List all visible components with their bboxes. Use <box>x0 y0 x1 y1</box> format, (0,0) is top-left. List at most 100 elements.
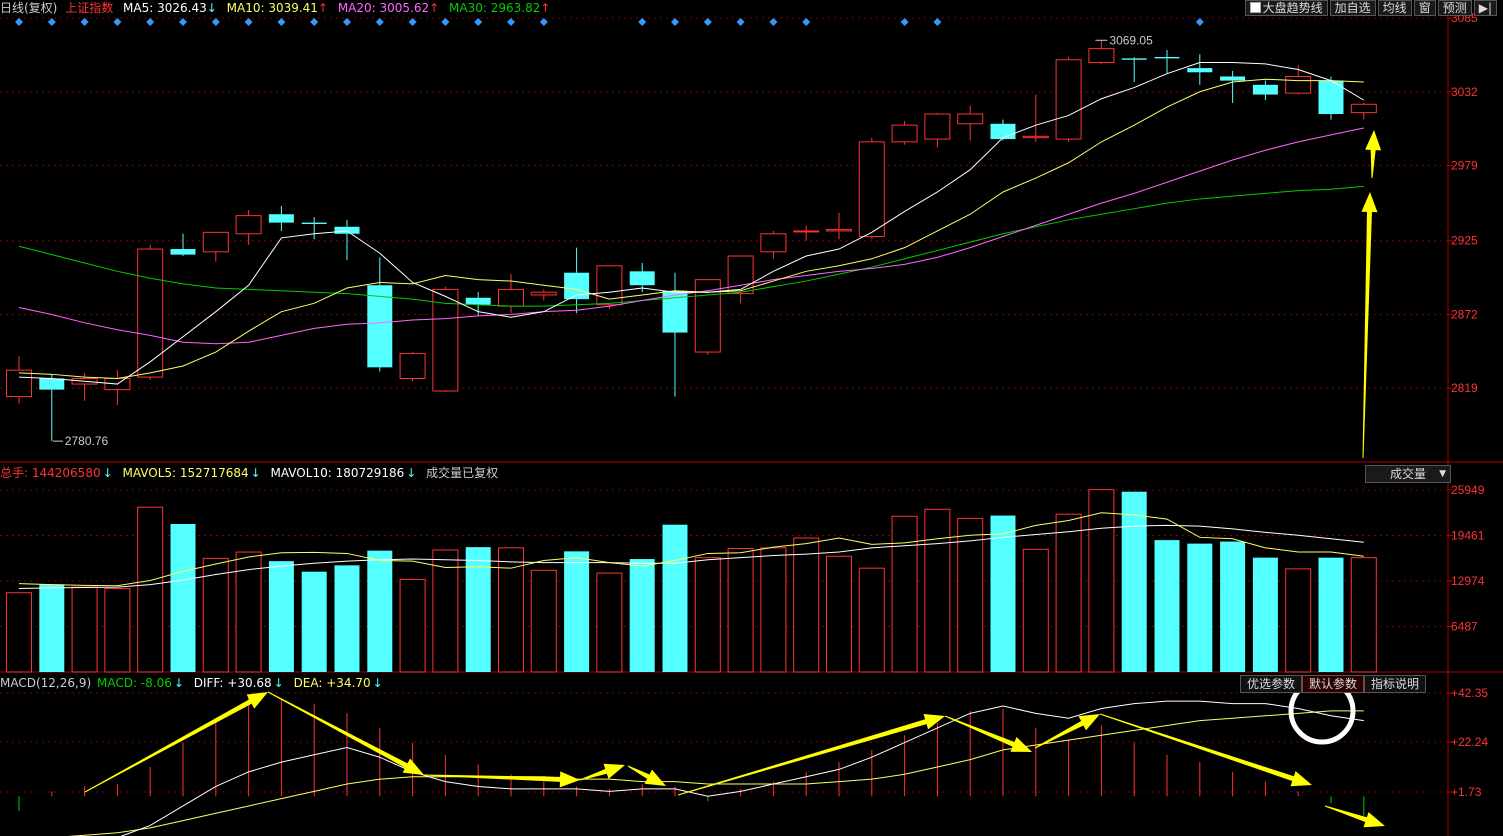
diff-arrow: ↓ <box>273 676 284 690</box>
dea-line <box>67 710 1364 836</box>
event-diamond-marker <box>277 18 286 26</box>
candle-body <box>1285 75 1312 94</box>
volume-bar <box>826 555 852 673</box>
price-header: 日线(复权) 上证指数 MA5: 3026.43↓ MA10: 3039.41↑… <box>0 0 556 16</box>
candle-body <box>498 288 524 307</box>
volume-bar <box>1252 557 1278 672</box>
total-volume-label: 总手: <box>0 466 29 480</box>
mavol10-arrow: ↓ <box>406 466 417 480</box>
volume-bar <box>1350 557 1377 673</box>
index-name: 上证指数 <box>65 1 114 15</box>
price-tick-label: 2819 <box>1451 381 1478 395</box>
annotation-arrow <box>579 763 625 781</box>
dea-arrow: ↓ <box>372 676 383 690</box>
event-diamond-marker <box>80 18 89 26</box>
candle-body <box>137 248 164 378</box>
candle-body <box>1055 59 1082 140</box>
candle-body <box>1088 48 1115 64</box>
ma20-value: MA20: 3005.62 <box>337 1 430 15</box>
volume-bar <box>71 586 98 673</box>
total-volume-arrow: ↓ <box>102 466 113 480</box>
checkbox-icon[interactable] <box>1249 2 1261 13</box>
macd-tabs: 优选参数 默认参数 指标说明 <box>1240 675 1427 693</box>
event-diamond-marker <box>408 18 417 26</box>
annotation-arrow <box>1365 130 1382 179</box>
candle-body <box>432 288 459 392</box>
tab-indicator-help[interactable]: 指标说明 <box>1364 675 1427 693</box>
candle-body <box>530 291 557 296</box>
volume-bar <box>202 557 229 673</box>
add-watchlist-button[interactable]: 加自选 <box>1329 0 1376 16</box>
volume-bar <box>662 524 688 672</box>
volume-bar <box>268 561 294 672</box>
volume-bar <box>530 569 557 673</box>
volume-bar <box>367 550 393 672</box>
mavol5-value: MAVOL5: 152717684 <box>122 466 249 480</box>
event-diamond-marker <box>15 18 23 26</box>
event-diamond-marker <box>507 18 515 26</box>
volume-bar <box>1022 548 1049 673</box>
chart-toolbar: 大盘趋势线 加自选 均线 窗 预测 ▶| <box>1243 0 1497 16</box>
event-diamond-marker <box>310 18 319 26</box>
macd-value: MACD: -8.06 <box>96 676 172 690</box>
kline-button[interactable]: 均线 <box>1377 0 1412 16</box>
tab-default-params[interactable]: 默认参数 <box>1302 675 1365 693</box>
annotation-arrow <box>944 715 1032 752</box>
event-diamond-marker <box>179 18 187 26</box>
volume-bar <box>301 571 327 672</box>
candle-body <box>1187 68 1213 73</box>
high-price-label: 3069.05 <box>1109 33 1153 47</box>
trend-line-toggle[interactable]: 大盘趋势线 <box>1244 0 1328 16</box>
volume-tick-label: 19461 <box>1451 528 1485 542</box>
ma10-arrow: ↑ <box>317 1 328 15</box>
volume-bar <box>564 551 590 672</box>
annotation-arrow <box>267 691 424 775</box>
volume-bar <box>858 567 885 673</box>
candle-body <box>1252 84 1278 95</box>
candle-body <box>39 378 65 390</box>
collapse-panel-icon[interactable]: ▶| <box>1473 0 1497 16</box>
volume-bar <box>1088 489 1115 673</box>
event-diamond-marker <box>638 18 647 26</box>
candle-body <box>990 123 1016 140</box>
volume-bar <box>1055 513 1082 673</box>
volume-bar <box>760 547 787 673</box>
price-tick-label: 3032 <box>1451 85 1478 99</box>
candle-body <box>202 231 229 253</box>
event-diamond-marker <box>244 18 253 26</box>
period-label[interactable]: 日线(复权) <box>0 0 57 16</box>
volume-bar <box>399 578 426 673</box>
trend-line-label: 大盘趋势线 <box>1262 1 1323 15</box>
annotation-arrow <box>1324 805 1385 828</box>
forecast-button[interactable]: 预测 <box>1437 0 1472 16</box>
ma30-arrow: ↑ <box>540 1 551 15</box>
macd-name: MACD(12,26,9) <box>0 676 92 690</box>
candle-body <box>465 297 491 305</box>
candle-body <box>170 249 196 255</box>
volume-bar <box>6 592 32 673</box>
candle-body <box>957 113 984 125</box>
volume-bar <box>1318 557 1344 672</box>
indicator-selector-label: 成交量 <box>1389 467 1426 481</box>
event-diamond-marker <box>802 18 811 26</box>
low-price-label: 2780.76 <box>65 434 109 448</box>
event-diamond-marker <box>703 18 712 26</box>
indicator-selector[interactable]: 成交量 ▼ <box>1365 465 1451 483</box>
volume-bar <box>793 537 820 673</box>
annotation-arrow <box>1034 714 1100 749</box>
event-diamond-marker <box>539 18 548 26</box>
chevron-down-icon: ▼ <box>1439 469 1446 479</box>
volume-bar <box>1187 543 1213 672</box>
volume-bar <box>924 508 951 673</box>
ma5-line <box>18 62 1365 385</box>
candle-body <box>793 230 820 233</box>
window-button[interactable]: 窗 <box>1413 0 1436 16</box>
volume-bar <box>596 572 623 673</box>
tab-optimized-params[interactable]: 优选参数 <box>1240 675 1303 693</box>
ma5-arrow: ↓ <box>206 1 217 15</box>
volume-bar <box>465 547 491 672</box>
candle-body <box>399 352 426 379</box>
diff-value: DIFF: +30.68 <box>193 676 272 690</box>
stock-chart[interactable]: 3085303229792925287228193069.052780.7625… <box>0 0 1503 836</box>
event-diamond-marker <box>474 18 483 26</box>
